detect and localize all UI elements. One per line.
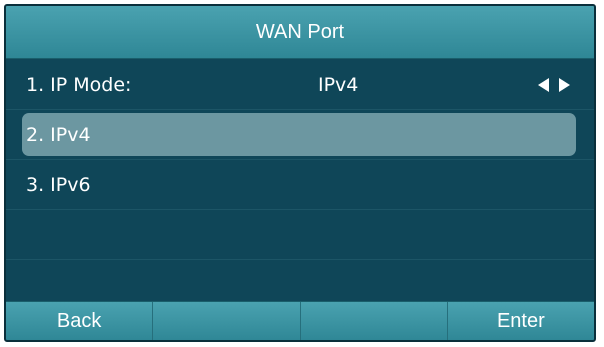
ipv4-label: 2. IPv4 [26, 123, 91, 146]
value-switcher[interactable] [538, 77, 570, 92]
back-softkey[interactable]: Back [6, 302, 154, 340]
triangle-right-icon[interactable] [559, 77, 570, 92]
softkey-bar: Back Enter [6, 301, 594, 340]
list-item-ipv6[interactable]: 3. IPv6 [6, 160, 594, 210]
selection-highlight [22, 113, 576, 156]
triangle-left-icon[interactable] [538, 77, 549, 92]
title-bar: WAN Port [6, 6, 594, 59]
screen-title: WAN Port [255, 20, 345, 43]
ip-mode-label: 1. IP Mode: [26, 73, 132, 96]
list-item-ipv4[interactable]: 2. IPv4 [6, 110, 594, 160]
list-item-ip-mode[interactable]: 1. IP Mode: IPv4 [6, 60, 594, 110]
ipv6-label: 3. IPv6 [26, 173, 91, 196]
phone-screen: WAN Port 1. IP Mode: IPv4 2. IPv4 3. IPv… [4, 4, 596, 342]
empty-softkey-3[interactable] [301, 302, 448, 340]
ip-mode-value: IPv4 [318, 73, 359, 96]
enter-softkey[interactable]: Enter [448, 302, 594, 340]
empty-softkey-2[interactable] [153, 302, 301, 340]
list-item-empty [6, 210, 594, 260]
